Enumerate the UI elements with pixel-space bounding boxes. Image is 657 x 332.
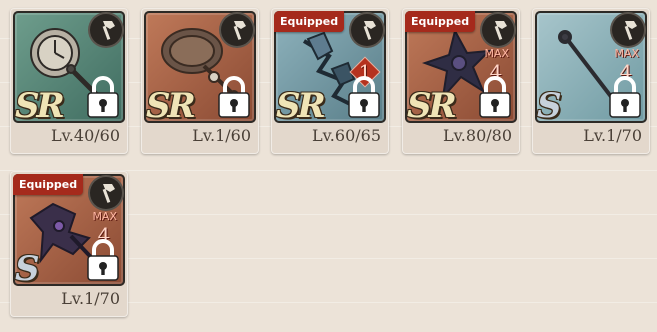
equipped-badge: Equipped xyxy=(405,11,476,32)
weapon-art: SR xyxy=(144,11,256,123)
lock-icon[interactable] xyxy=(346,75,382,119)
weapon-art: MAX 4 S xyxy=(535,11,647,123)
axe-type-icon xyxy=(351,14,383,46)
rarity-label: SR xyxy=(276,86,326,123)
axe-type-icon xyxy=(612,14,644,46)
rarity-label: SR xyxy=(407,86,457,123)
lock-icon[interactable] xyxy=(477,75,513,119)
rarity-label: SR xyxy=(146,86,196,123)
weapon-art: SR xyxy=(13,11,125,123)
weapon-art: Equipped MAX 4 S xyxy=(13,174,125,286)
rarity-label: SR xyxy=(15,86,65,123)
level-label: Lv.40/60 xyxy=(51,126,120,145)
weapon-art: Equipped 1 SR xyxy=(274,11,386,123)
level-label: Lv.1/70 xyxy=(61,289,120,308)
rarity-label: S xyxy=(537,86,562,123)
lock-icon[interactable] xyxy=(607,75,643,119)
weapon-art: Equipped MAX 4 SR xyxy=(405,11,517,123)
axe-type-icon xyxy=(90,14,122,46)
rarity-label: S xyxy=(15,249,40,286)
equipped-badge: Equipped xyxy=(13,174,84,195)
weapon-card[interactable]: Equipped MAX 4 SR Lv.80/80 xyxy=(402,8,520,154)
weapon-card[interactable]: MAX 4 S Lv.1/70 xyxy=(532,8,650,154)
lock-icon[interactable] xyxy=(85,238,121,282)
weapon-card[interactable]: Equipped MAX 4 S Lv.1/70 xyxy=(10,171,128,317)
weapon-card[interactable]: SR Lv.1/60 xyxy=(141,8,259,154)
lock-icon[interactable] xyxy=(85,75,121,119)
axe-type-icon xyxy=(90,177,122,209)
axe-type-icon xyxy=(221,14,253,46)
level-label: Lv.1/70 xyxy=(583,126,642,145)
weapon-card[interactable]: Equipped 1 SR Lv.60/65 xyxy=(271,8,389,154)
axe-type-icon xyxy=(482,14,514,46)
level-label: Lv.80/80 xyxy=(443,126,512,145)
lock-icon[interactable] xyxy=(216,75,252,119)
level-label: Lv.1/60 xyxy=(192,126,251,145)
equipped-badge: Equipped xyxy=(274,11,345,32)
weapon-card[interactable]: SR Lv.40/60 xyxy=(10,8,128,154)
level-label: Lv.60/65 xyxy=(312,126,381,145)
